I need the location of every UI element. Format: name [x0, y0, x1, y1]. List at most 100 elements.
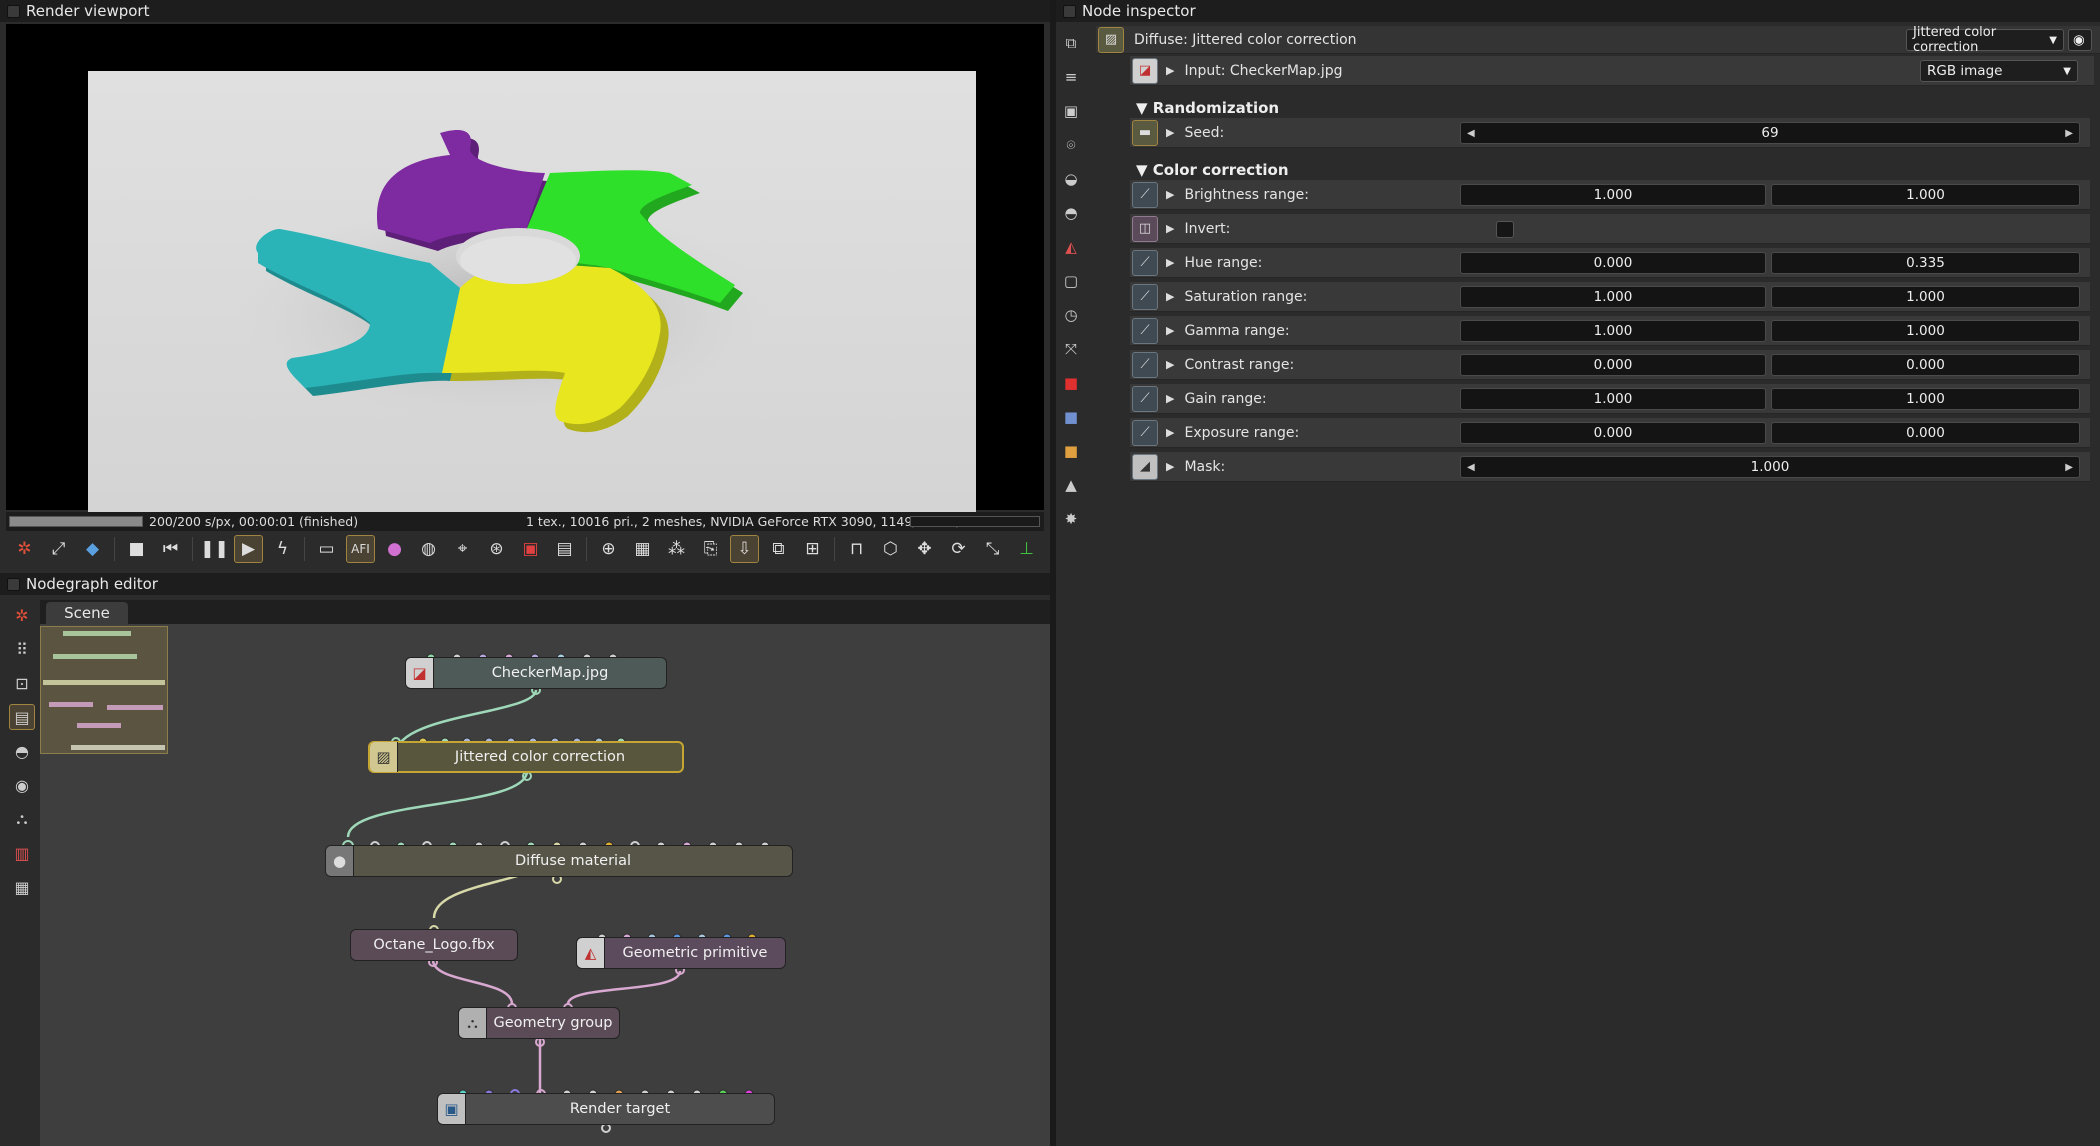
seed-slider[interactable]: ◀ 69 ▶ — [1460, 122, 2080, 144]
picture-icon[interactable]: ▲ — [1059, 472, 1083, 497]
material-icon[interactable]: ◓ — [9, 738, 35, 764]
red-cube-icon[interactable]: ■ — [1059, 370, 1083, 395]
hue-min-field[interactable]: 0.000 — [1460, 252, 1766, 274]
material-picker-icon[interactable]: ◍ — [414, 535, 443, 563]
node-geometric-primitive[interactable]: ◭ Geometric primitive — [576, 937, 786, 969]
eye-icon[interactable]: ◉ — [2068, 29, 2092, 51]
input-row[interactable]: ◪ ▶ Input: CheckerMap.jpg RGB image ▼ — [1130, 56, 2094, 86]
material-icon[interactable]: ◭ — [1059, 234, 1083, 259]
light-icon[interactable]: ✸ — [1059, 506, 1083, 531]
mask-slider[interactable]: ◀ 1.000 ▶ — [1460, 456, 2080, 478]
orange-cube-icon[interactable]: ■ — [1059, 438, 1083, 463]
stop-icon[interactable]: ■ — [122, 535, 151, 563]
gamma-max-field[interactable]: 1.000 — [1771, 320, 2080, 342]
expand-arrow-icon[interactable]: ▶ — [1166, 256, 1174, 269]
bars-icon[interactable]: ▥ — [9, 840, 35, 866]
contrast-max-field[interactable]: 0.000 — [1771, 354, 2080, 376]
afi-icon[interactable]: AFI — [346, 535, 375, 563]
expand-arrow-icon[interactable]: ▶ — [1166, 358, 1174, 371]
camera-icon[interactable]: ⌾ — [1059, 132, 1083, 157]
render-image[interactable] — [88, 71, 976, 515]
node-render-target[interactable]: ▣ Render target — [437, 1093, 775, 1125]
expand-arrow-icon[interactable]: ▶ — [1166, 392, 1174, 405]
saturation-max-field[interactable]: 1.000 — [1771, 286, 2080, 308]
panel-toggle[interactable] — [7, 578, 20, 591]
gain-max-field[interactable]: 1.000 — [1771, 388, 2080, 410]
pause-icon[interactable]: ❚❚ — [200, 535, 229, 563]
octane-icon[interactable]: ✲ — [10, 535, 39, 563]
object-picker-icon[interactable]: ⌖ — [448, 535, 477, 563]
texture-env-icon[interactable]: ◓ — [1059, 200, 1083, 225]
node-type-dropdown[interactable]: Jittered color correction ▼ — [1906, 25, 2064, 55]
clipboard-icon[interactable]: ⎘ — [696, 535, 725, 563]
lightning-icon[interactable]: ϟ — [268, 535, 297, 563]
expand-arrow-icon[interactable]: ▶ — [1166, 188, 1174, 201]
contrast-min-field[interactable]: 0.000 — [1460, 354, 1766, 376]
brightness-min-field[interactable]: 1.000 — [1460, 184, 1766, 206]
panel-toggle[interactable] — [7, 5, 20, 18]
nodes-icon[interactable]: ⠿ — [9, 636, 35, 662]
expand-arrow-icon[interactable]: ▶ — [1166, 426, 1174, 439]
play-icon[interactable]: ▶ — [234, 535, 263, 563]
stack-icon[interactable]: ≡ — [1059, 64, 1083, 89]
texture-icon[interactable]: ◉ — [9, 772, 35, 798]
section-randomization[interactable]: ▼ Randomization — [1136, 99, 1279, 117]
expand-arrow-icon[interactable]: ▶ — [1166, 222, 1174, 235]
exposure-min-field[interactable]: 0.000 — [1460, 422, 1766, 444]
expand-arrow-icon[interactable]: ▶ — [1166, 64, 1174, 77]
hue-max-field[interactable]: 0.335 — [1771, 252, 2080, 274]
section-color-correction[interactable]: ▼ Color correction — [1136, 161, 1289, 179]
region-icon[interactable]: ▣ — [516, 535, 545, 563]
clock-icon[interactable]: ◷ — [1059, 302, 1083, 327]
export-icon[interactable]: ⇩ — [730, 535, 759, 563]
environment-icon[interactable]: ◒ — [1059, 166, 1083, 191]
pick-icon[interactable]: ⁂ — [662, 535, 691, 563]
film-region-icon[interactable]: ▤ — [550, 535, 579, 563]
gain-min-field[interactable]: 1.000 — [1460, 388, 1766, 410]
input-type-dropdown[interactable]: RGB image ▼ — [1920, 60, 2078, 82]
node-octane-logo[interactable]: Octane_Logo.fbx — [350, 929, 518, 961]
lock-icon-2[interactable]: ⊞ — [798, 535, 827, 563]
increment-icon[interactable]: ▶ — [2065, 128, 2073, 139]
invert-checkbox[interactable] — [1496, 221, 1514, 238]
rotate-icon[interactable]: ⟳ — [944, 535, 973, 563]
render-cube-icon[interactable]: ◆ — [78, 535, 107, 563]
color-picker-icon[interactable]: ● — [380, 535, 409, 563]
graph-icon[interactable]: ⊡ — [9, 670, 35, 696]
nodegraph-icon[interactable]: ▤ — [9, 704, 35, 730]
unlock-icon[interactable]: ⊓ — [842, 535, 871, 563]
camera-reset-icon[interactable]: ⤢ — [44, 535, 73, 563]
grid-icon[interactable]: ▦ — [9, 874, 35, 900]
blue-cube-icon[interactable]: ■ — [1059, 404, 1083, 429]
increment-icon[interactable]: ▶ — [2065, 462, 2073, 473]
exposure-max-field[interactable]: 0.000 — [1771, 422, 2080, 444]
decrement-icon[interactable]: ◀ — [1467, 462, 1475, 473]
zoom-icon[interactable]: ⊕ — [594, 535, 623, 563]
restart-icon[interactable]: ⏮ — [156, 535, 185, 563]
background-icon[interactable]: ▦ — [628, 535, 657, 563]
octane-icon[interactable]: ✲ — [9, 602, 35, 628]
tab-scene[interactable]: Scene — [46, 602, 128, 624]
gizmo-icon[interactable]: ⊥ — [1012, 535, 1041, 563]
saturation-min-field[interactable]: 1.000 — [1460, 286, 1766, 308]
expand-arrow-icon[interactable]: ▶ — [1166, 324, 1174, 337]
nodegraph-canvas[interactable]: ◪ CheckerMap.jpg ▨ Jittered color correc… — [40, 624, 1050, 1146]
cube-icon[interactable]: ⬡ — [876, 535, 905, 563]
fullscreen-icon[interactable]: ⤡ — [978, 535, 1007, 563]
decrement-icon[interactable]: ◀ — [1467, 128, 1475, 139]
node-geometry-group[interactable]: ⛬ Geometry group — [458, 1007, 620, 1039]
move-icon[interactable]: ✥ — [910, 535, 939, 563]
lock-icon[interactable]: ⧉ — [764, 535, 793, 563]
gamma-min-field[interactable]: 1.000 — [1460, 320, 1766, 342]
layers-icon[interactable]: ⧉ — [1059, 30, 1083, 55]
render-viewport[interactable] — [6, 24, 1044, 515]
brightness-max-field[interactable]: 1.000 — [1771, 184, 2080, 206]
node-diffuse-material[interactable]: ● Diffuse material — [325, 845, 793, 877]
transform-icon[interactable]: ⤧ — [1059, 336, 1083, 361]
focus-picker-icon[interactable]: ⊛ — [482, 535, 511, 563]
monitor-icon[interactable]: ▭ — [312, 535, 341, 563]
expand-arrow-icon[interactable]: ▶ — [1166, 460, 1174, 473]
geometry-icon[interactable]: ⛬ — [9, 806, 35, 832]
panel-toggle[interactable] — [1063, 5, 1076, 18]
node-jittered-color-correction[interactable]: ▨ Jittered color correction — [368, 741, 684, 773]
